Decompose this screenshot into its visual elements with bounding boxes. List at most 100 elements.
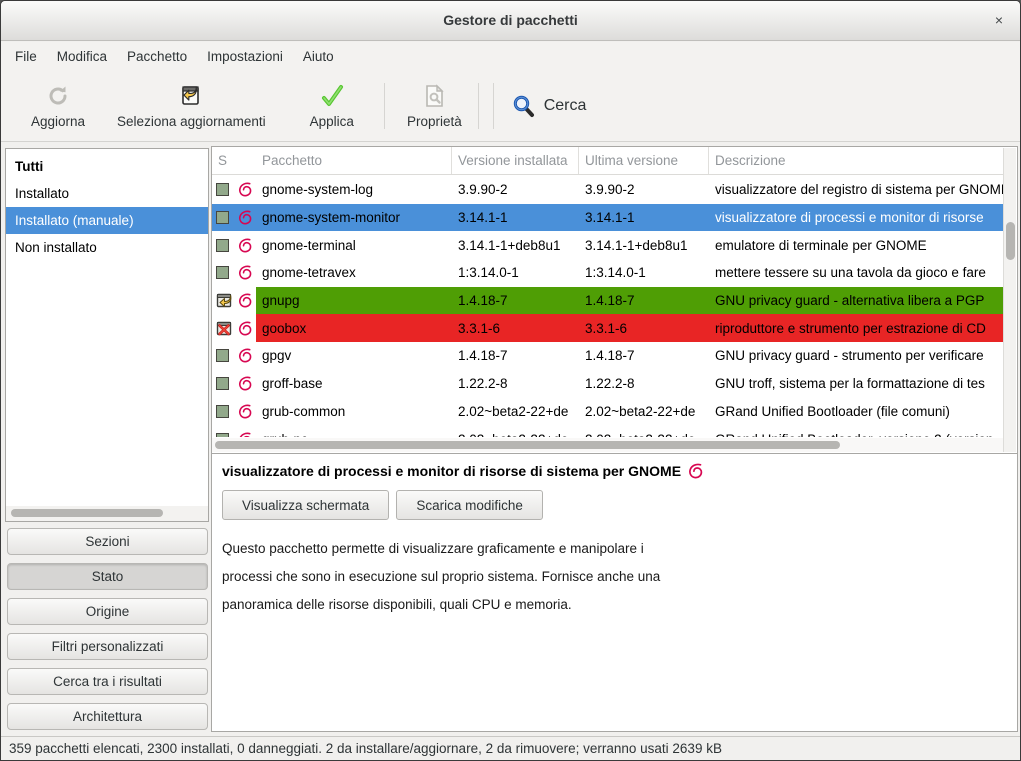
debian-swirl-icon bbox=[238, 321, 253, 336]
filter-mode-button[interactable]: Origine bbox=[7, 598, 208, 625]
package-installed-icon bbox=[216, 405, 229, 418]
filter-mode-button[interactable]: Sezioni bbox=[7, 528, 208, 555]
status-cell bbox=[212, 176, 234, 204]
filter-mode-button[interactable]: Filtri personalizzati bbox=[7, 633, 208, 660]
menu-impostazioni[interactable]: Impostazioni bbox=[197, 44, 293, 69]
latest-version-cell: 1.4.18-7 bbox=[579, 342, 709, 370]
latest-version-cell: 3.14.1-1+deb8u1 bbox=[579, 231, 709, 259]
filter-mode-button[interactable]: Stato bbox=[7, 563, 208, 590]
description-cell: visualizzatore di processi e monitor di … bbox=[709, 204, 1003, 232]
filter-item[interactable]: Non installato bbox=[6, 234, 208, 261]
latest-version-cell: 2.02~beta2-22+de bbox=[579, 398, 709, 426]
package-name-cell: gnome-terminal bbox=[256, 231, 452, 259]
scrollbar-thumb[interactable] bbox=[1006, 222, 1015, 260]
installed-version-cell: 2.02~beta2-22+de bbox=[452, 398, 579, 426]
package-marked-reinstall-icon bbox=[216, 292, 233, 309]
statusbar: 359 pacchetti elencati, 2300 installati,… bbox=[1, 736, 1020, 760]
details-title-text: visualizzatore di processi e monitor di … bbox=[222, 463, 681, 479]
status-cell bbox=[212, 398, 234, 426]
package-name-cell: grub-common bbox=[256, 398, 452, 426]
apply-button[interactable]: Applica bbox=[300, 75, 364, 137]
origin-cell bbox=[234, 259, 256, 287]
table-row[interactable]: gnome-tetravex1:3.14.0-11:3.14.0-1metter… bbox=[212, 259, 1003, 287]
column-header-icon[interactable] bbox=[234, 147, 256, 174]
status-cell bbox=[212, 287, 234, 315]
filter-mode-button[interactable]: Architettura bbox=[7, 703, 208, 730]
package-installed-icon bbox=[216, 239, 229, 252]
debian-swirl-icon bbox=[238, 210, 253, 225]
view-screenshot-button[interactable]: Visualizza schermata bbox=[222, 490, 389, 520]
close-icon[interactable]: × bbox=[990, 11, 1008, 29]
status-cell bbox=[212, 370, 234, 398]
toolbar-separator bbox=[493, 83, 494, 129]
properties-button[interactable]: Proprietà bbox=[397, 75, 472, 137]
table-row[interactable]: grub-pc2.02~beta2-22+de2.02~beta2-22+deG… bbox=[212, 425, 1003, 437]
menubar: FileModificaPacchettoImpostazioniAiuto bbox=[1, 42, 1020, 71]
table-row[interactable]: goobox3.3.1-63.3.1-6riproduttore e strum… bbox=[212, 314, 1003, 342]
table-row[interactable]: gpgv1.4.18-71.4.18-7GNU privacy guard - … bbox=[212, 342, 1003, 370]
statusbar-text: 359 pacchetti elencati, 2300 installati,… bbox=[9, 741, 722, 756]
table-row[interactable]: gnome-system-log3.9.90-23.9.90-2visualiz… bbox=[212, 176, 1003, 204]
filter-mode-button[interactable]: Cerca tra i risultati bbox=[7, 668, 208, 695]
filter-item[interactable]: Tutti bbox=[6, 153, 208, 180]
table-hscrollbar[interactable] bbox=[212, 438, 1003, 452]
package-name-cell: grub-pc bbox=[256, 425, 452, 437]
column-header-status[interactable]: S bbox=[212, 147, 234, 174]
mark-upgrades-icon bbox=[178, 83, 204, 109]
installed-version-cell: 3.9.90-2 bbox=[452, 176, 579, 204]
installed-version-cell: 2.02~beta2-22+de bbox=[452, 425, 579, 437]
apply-check-icon bbox=[319, 83, 345, 109]
column-header-package[interactable]: Pacchetto bbox=[256, 147, 452, 174]
package-installed-icon bbox=[216, 266, 229, 279]
installed-version-cell: 1:3.14.0-1 bbox=[452, 259, 579, 287]
debian-swirl-icon bbox=[238, 404, 253, 419]
mark-upgrades-button[interactable]: Seleziona aggiornamenti bbox=[107, 75, 276, 137]
details-buttons: Visualizza schermata Scarica modifiche bbox=[222, 490, 1017, 520]
status-cell bbox=[212, 425, 234, 437]
table-row[interactable]: grub-common2.02~beta2-22+de2.02~beta2-22… bbox=[212, 398, 1003, 426]
origin-cell bbox=[234, 231, 256, 259]
download-changelog-button[interactable]: Scarica modifiche bbox=[396, 490, 543, 520]
package-name-cell: goobox bbox=[256, 314, 452, 342]
scrollbar-thumb[interactable] bbox=[11, 509, 163, 517]
column-header-description[interactable]: Descrizione bbox=[709, 147, 1003, 174]
package-name-cell: gnome-system-log bbox=[256, 176, 452, 204]
menu-file[interactable]: File bbox=[5, 44, 47, 69]
package-name-cell: gpgv bbox=[256, 342, 452, 370]
menu-aiuto[interactable]: Aiuto bbox=[293, 44, 344, 69]
origin-cell bbox=[234, 314, 256, 342]
window-title: Gestore di pacchetti bbox=[1, 12, 1020, 28]
column-header-installed[interactable]: Versione installata bbox=[452, 147, 579, 174]
table-row[interactable]: gnupg1.4.18-71.4.18-7GNU privacy guard -… bbox=[212, 287, 1003, 315]
window-titlebar[interactable]: Gestore di pacchetti × bbox=[1, 1, 1020, 41]
description-cell: mettere tessere su una tavola da gioco e… bbox=[709, 259, 1003, 287]
latest-version-cell: 3.3.1-6 bbox=[579, 314, 709, 342]
filter-item[interactable]: Installato bbox=[6, 180, 208, 207]
menu-modifica[interactable]: Modifica bbox=[47, 44, 117, 69]
synaptic-window: Gestore di pacchetti × FileModificaPacch… bbox=[0, 0, 1021, 761]
table-vscrollbar[interactable] bbox=[1003, 148, 1016, 452]
filter-list-hscrollbar[interactable] bbox=[6, 506, 208, 521]
menu-pacchetto[interactable]: Pacchetto bbox=[117, 44, 197, 69]
filter-item[interactable]: Installato (manuale) bbox=[6, 207, 208, 234]
latest-version-cell: 3.14.1-1 bbox=[579, 204, 709, 232]
scrollbar-thumb[interactable] bbox=[215, 441, 840, 449]
table-header: S Pacchetto Versione installata Ultima v… bbox=[212, 147, 1003, 175]
details-description: Questo pacchetto permette di visualizzar… bbox=[222, 535, 1017, 619]
debian-swirl-icon bbox=[238, 432, 253, 437]
table-row[interactable]: gnome-system-monitor3.14.1-13.14.1-1visu… bbox=[212, 204, 1003, 232]
package-installed-icon bbox=[216, 377, 229, 390]
status-cell bbox=[212, 231, 234, 259]
column-header-latest[interactable]: Ultima versione bbox=[579, 147, 709, 174]
description-cell: GNU troff, sistema per la formattazione … bbox=[709, 370, 1003, 398]
search-button[interactable]: Cerca bbox=[504, 83, 595, 129]
search-label: Cerca bbox=[544, 97, 587, 115]
table-row[interactable]: groff-base1.22.2-81.22.2-8GNU troff, sis… bbox=[212, 370, 1003, 398]
toolbar-separator bbox=[478, 83, 479, 129]
package-installed-icon bbox=[216, 433, 229, 437]
installed-version-cell: 3.14.1-1+deb8u1 bbox=[452, 231, 579, 259]
table-row[interactable]: gnome-terminal3.14.1-1+deb8u13.14.1-1+de… bbox=[212, 231, 1003, 259]
refresh-button[interactable]: Aggiorna bbox=[21, 75, 95, 137]
origin-cell bbox=[234, 425, 256, 437]
description-cell: GNU privacy guard - strumento per verifi… bbox=[709, 342, 1003, 370]
